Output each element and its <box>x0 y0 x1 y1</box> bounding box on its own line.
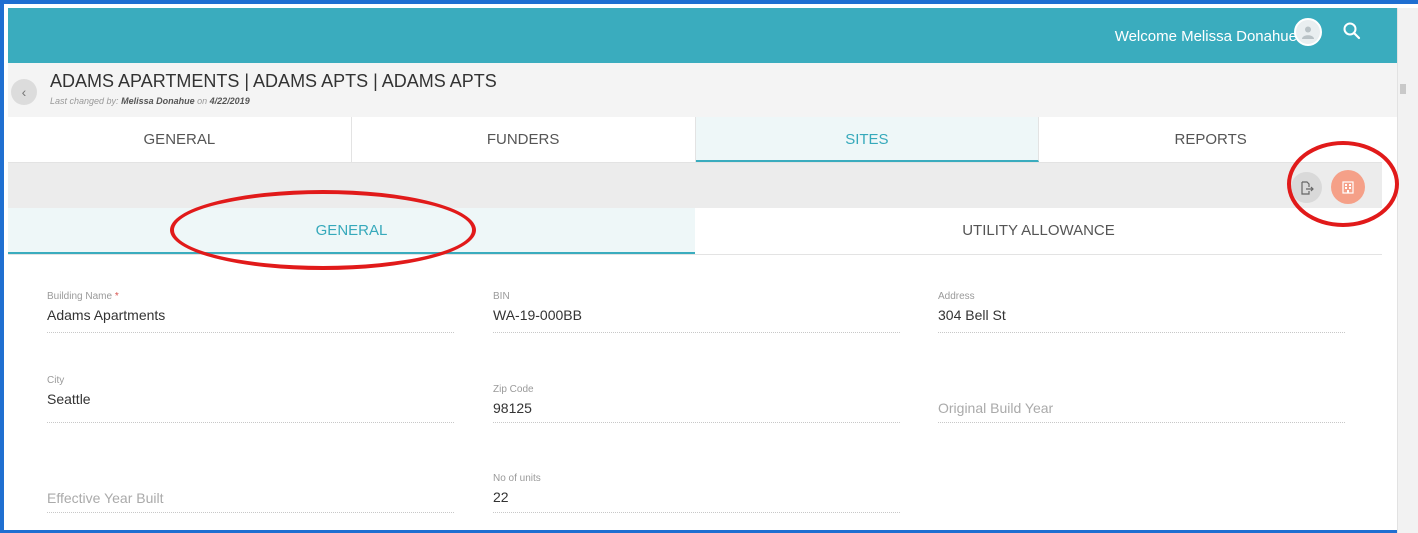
last-changed-user: Melissa Donahue <box>121 96 195 106</box>
address-field[interactable]: Address 304 Bell St <box>938 291 1345 333</box>
effective-year-built-field[interactable]: Effective Year Built <box>47 470 454 513</box>
main-tabs: GENERAL FUNDERS SITES REPORTS <box>8 117 1382 163</box>
bin-field[interactable]: BIN WA-19-000BB <box>493 291 900 333</box>
building-name-label: Building Name * <box>47 291 119 302</box>
last-changed-prefix: Last changed by: <box>50 96 119 106</box>
annotation-ellipse-general <box>170 190 476 270</box>
last-changed-on: on <box>197 96 208 106</box>
original-build-year-field[interactable]: Original Build Year <box>938 384 1345 423</box>
bin-label: BIN <box>493 291 510 302</box>
no-of-units-label: No of units <box>493 473 541 484</box>
annotation-ellipse-action-buttons <box>1287 141 1399 227</box>
bin-value: WA-19-000BB <box>493 307 582 323</box>
welcome-text: Welcome Melissa Donahue <box>1114 28 1297 45</box>
zip-code-label: Zip Code <box>493 384 534 395</box>
address-value: 304 Bell St <box>938 307 1006 323</box>
last-changed-date: 4/22/2019 <box>209 96 250 106</box>
building-name-field[interactable]: Building Name * Adams Apartments <box>47 291 454 333</box>
back-button[interactable]: ‹ <box>11 79 37 105</box>
zip-code-field[interactable]: Zip Code 98125 <box>493 384 900 423</box>
user-avatar-icon[interactable] <box>1294 18 1322 46</box>
effective-year-built-placeholder: Effective Year Built <box>47 490 164 506</box>
subtab-utility-allowance[interactable]: UTILITY ALLOWANCE <box>695 208 1382 254</box>
top-bar: Welcome Melissa Donahue <box>8 8 1397 63</box>
page-title: ADAMS APARTMENTS | ADAMS APTS | ADAMS AP… <box>50 71 497 91</box>
building-name-value: Adams Apartments <box>47 307 166 323</box>
scroll-marker <box>1400 84 1406 94</box>
no-of-units-field[interactable]: No of units 22 <box>493 473 900 513</box>
original-build-year-placeholder: Original Build Year <box>938 400 1054 416</box>
tab-funders[interactable]: FUNDERS <box>352 117 696 162</box>
address-label: Address <box>938 291 975 302</box>
chevron-left-icon: ‹ <box>21 84 27 100</box>
no-of-units-value: 22 <box>493 489 509 505</box>
search-icon[interactable] <box>1342 21 1362 41</box>
zip-code-value: 98125 <box>493 400 532 416</box>
tab-general[interactable]: GENERAL <box>8 117 352 162</box>
last-changed-info: Last changed by: Melissa Donahue on 4/22… <box>50 96 250 106</box>
tab-sites[interactable]: SITES <box>695 117 1040 162</box>
city-label: City <box>47 375 65 386</box>
city-value: Seattle <box>47 391 91 407</box>
city-field[interactable]: City Seattle <box>47 375 454 423</box>
